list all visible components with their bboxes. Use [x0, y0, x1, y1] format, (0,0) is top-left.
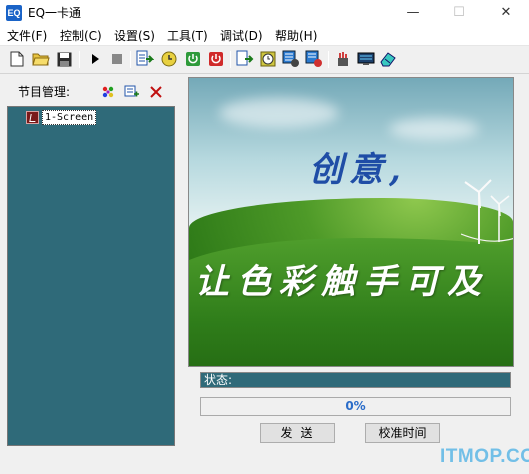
toolbar-separator [130, 51, 131, 68]
play-icon[interactable] [86, 50, 104, 68]
status-label: 状态: [204, 373, 233, 387]
toolbar-separator [230, 51, 231, 68]
preview-area: 创意, 让色彩触手可及 [188, 77, 514, 367]
new-file-icon[interactable] [8, 50, 26, 68]
slogan-bottom: 让色彩触手可及 [195, 262, 489, 302]
send-program-icon[interactable] [136, 50, 154, 68]
progress-bar: 0% [200, 397, 511, 416]
screen-add-icon[interactable] [124, 84, 140, 100]
delete-icon[interactable] [148, 84, 164, 100]
colorful-add-icon[interactable] [100, 84, 116, 100]
screen-node-icon [26, 111, 39, 124]
menu-bar: 文件(F) 控制(C) 设置(S) 工具(T) 调试(D) 帮助(H) [0, 26, 529, 46]
menu-control[interactable]: 控制(C) [60, 28, 102, 44]
wind-turbines-icon [461, 179, 513, 244]
tools-icon[interactable] [334, 50, 352, 68]
open-folder-icon[interactable] [32, 50, 50, 68]
time-sync-icon[interactable] [259, 50, 277, 68]
screen-settings-icon[interactable] [282, 50, 300, 68]
menu-tools[interactable]: 工具(T) [167, 28, 208, 44]
power-off-icon[interactable] [207, 50, 225, 68]
menu-file[interactable]: 文件(F) [7, 28, 47, 44]
minimize-button[interactable]: — [390, 0, 436, 26]
tree-item-label: 1-Screen [42, 110, 97, 125]
screen-clear-icon[interactable] [305, 50, 323, 68]
power-on-icon[interactable] [184, 50, 202, 68]
program-tree: 1-Screen [7, 106, 175, 446]
calibrate-time-button[interactable]: 校准时间 [365, 423, 440, 443]
send-button[interactable]: 发送 [260, 423, 335, 443]
slogan-top: 创意, [309, 150, 407, 190]
maximize-button[interactable]: ☐ [436, 0, 482, 26]
close-button[interactable]: ✕ [483, 0, 529, 26]
menu-help[interactable]: 帮助(H) [275, 28, 317, 44]
cloud [219, 98, 339, 128]
watermark-logo: ITMOP.COM [440, 446, 529, 467]
toolbar [0, 46, 529, 74]
program-management-panel: 节目管理: 1-Screen [2, 77, 185, 449]
stop-icon[interactable] [108, 50, 126, 68]
menu-debug[interactable]: 调试(D) [220, 28, 263, 44]
panel-title: 节目管理: [18, 85, 71, 99]
toolbar-separator [79, 51, 80, 68]
save-icon[interactable] [55, 50, 73, 68]
eraser-icon[interactable] [379, 50, 397, 68]
cloud [389, 118, 479, 140]
clock-icon[interactable] [160, 50, 178, 68]
progress-text: 0% [345, 399, 366, 413]
display-icon[interactable] [357, 50, 375, 68]
window-title: EQ一卡通 [28, 6, 82, 20]
tree-item-screen[interactable]: 1-Screen [26, 110, 97, 125]
export-icon[interactable] [236, 50, 254, 68]
menu-settings[interactable]: 设置(S) [114, 28, 155, 44]
eq-app-icon: EQ [6, 5, 22, 21]
title-bar: EQ EQ一卡通 — ☐ ✕ [0, 0, 529, 26]
toolbar-separator [328, 51, 329, 68]
status-field: 状态: [200, 372, 511, 388]
